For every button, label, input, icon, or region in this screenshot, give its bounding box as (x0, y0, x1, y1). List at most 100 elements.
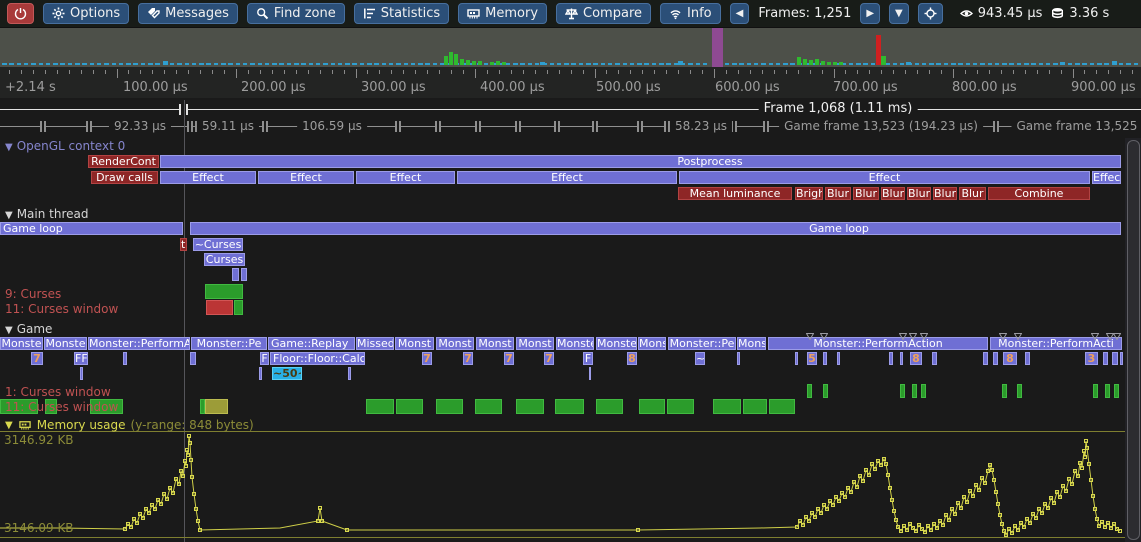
game-row2-zone[interactable] (190, 352, 196, 365)
message-marker-icon[interactable] (820, 325, 828, 332)
game-row2-zone[interactable]: 8 (910, 352, 922, 365)
find-zone-button[interactable]: Find zone (247, 3, 345, 24)
game-row1-zone[interactable]: Monst (476, 337, 514, 350)
gpu-row3-zone[interactable]: Blur (825, 187, 851, 200)
game-row1-zone[interactable]: Monster::Pe (191, 337, 267, 350)
game-row2-zone[interactable] (1120, 352, 1123, 365)
collapse-triangle-icon[interactable]: ▼ (5, 210, 13, 221)
compare-button[interactable]: Compare (556, 3, 651, 24)
game-row2-zone[interactable]: F (260, 352, 269, 365)
main-row4-zone[interactable] (241, 268, 247, 281)
game-row1-zone[interactable]: Monster::Pe (668, 337, 736, 350)
gpu-row2-zone[interactable]: Effec (1092, 171, 1121, 184)
frame-span-label[interactable]: 59.11 µs (197, 119, 259, 133)
game-row2-zone[interactable]: 7 (422, 352, 432, 365)
game-row1-zone[interactable]: Monster::PerformAction (768, 337, 988, 350)
memory-button[interactable]: Memory (458, 3, 547, 24)
gpu-row2-zone[interactable]: Effect (258, 171, 354, 184)
game-row1-zone[interactable]: Game::Replay (268, 337, 355, 350)
game-row1-zone[interactable]: Monster::PerformA (88, 337, 190, 350)
gpu-row3-zone[interactable]: Blur (907, 187, 931, 200)
message-marker-icon[interactable] (1091, 325, 1099, 332)
game-row1-zone[interactable]: Monst (395, 337, 434, 350)
statistics-button[interactable]: Statistics (354, 3, 449, 24)
time-ruler[interactable]: +2.14 s100.00 µs200.00 µs300.00 µs400.00… (0, 67, 1141, 99)
gpu-row3-zone[interactable]: Combine (988, 187, 1090, 200)
game-row3-zone[interactable] (589, 367, 591, 380)
focus-frame-button[interactable] (918, 3, 943, 24)
game-row2-zone[interactable]: FF (74, 352, 88, 365)
next-frame-button[interactable]: ▶ (860, 3, 880, 24)
gpu-row3-zone[interactable]: Blur (959, 187, 986, 200)
collapse-button[interactable]: ▼ (889, 3, 909, 24)
frame-span-label[interactable]: Game frame 13,525 (1 (1011, 119, 1141, 133)
main-row1-zone[interactable]: Game loop (190, 222, 1121, 235)
collapse-triangle-icon[interactable]: ▼ (5, 142, 13, 153)
game-row2-zone[interactable]: 8 (627, 352, 637, 365)
game-row2-zone[interactable] (1025, 352, 1030, 365)
gpu-row3-zone[interactable]: Blur (881, 187, 905, 200)
gpu-row1-zone[interactable]: RenderCont (88, 155, 159, 168)
game-row1-zone[interactable]: Monst (516, 337, 554, 350)
game-row2-zone[interactable]: 5 (807, 352, 817, 365)
game-row1-zone[interactable]: Monste (556, 337, 594, 350)
gpu-row2-zone[interactable]: Draw calls (91, 171, 158, 184)
main-row2-zone[interactable]: ti (180, 238, 187, 251)
prev-frame-button[interactable]: ◀ (730, 3, 750, 24)
collapse-triangle-icon[interactable]: ▼ (5, 325, 13, 336)
gpu-row2-zone[interactable]: Effect (160, 171, 256, 184)
game-row2-zone[interactable] (823, 352, 827, 365)
game-row2-zone[interactable]: 7 (504, 352, 514, 365)
game-row3-zone[interactable]: ~50~ (272, 367, 302, 380)
plot-label-11-curses-window[interactable]: 11: Curses window (5, 302, 118, 316)
frame-span-label[interactable]: Game frame 13,523 (194.23 µs) (779, 119, 983, 133)
game-row2-zone[interactable]: Floor::Floor::Calc (270, 352, 365, 365)
game-row2-zone[interactable] (1103, 352, 1108, 365)
frame-span-label[interactable]: 92.33 µs (109, 119, 171, 133)
game-row2-zone[interactable] (123, 352, 127, 365)
gpu-row3-zone[interactable]: Blur (933, 187, 957, 200)
game-row2-zone[interactable] (993, 352, 998, 365)
message-marker-icon[interactable] (899, 325, 907, 332)
power-button[interactable] (7, 3, 34, 24)
main-row1-zone[interactable]: Game loop (0, 222, 183, 235)
info-button[interactable]: Info (660, 3, 721, 24)
game-row2-zone[interactable] (795, 352, 798, 365)
gpu-row2-zone[interactable]: Effect (679, 171, 1090, 184)
scrollbar-handle[interactable] (1127, 140, 1140, 540)
game-row2-zone[interactable]: 7 (544, 352, 554, 365)
message-marker-icon[interactable] (1113, 325, 1121, 332)
frame-overview-strip[interactable] (0, 28, 1141, 67)
game-row2-zone[interactable] (1112, 352, 1118, 365)
message-marker-icon[interactable] (909, 325, 917, 332)
gpu-row3-zone[interactable]: Brigh (795, 187, 823, 200)
plot-label-9-curses[interactable]: 9: Curses (5, 287, 61, 301)
game-row2-zone[interactable]: 3 (1085, 352, 1098, 365)
main-row2-zone[interactable]: ~Curses (193, 238, 243, 251)
game-row2-zone[interactable]: 8 (1003, 352, 1017, 365)
main-row3-zone[interactable]: Curses (204, 253, 245, 266)
memory-usage-plot[interactable] (0, 417, 1141, 542)
gpu-row3-zone[interactable]: Mean luminance (678, 187, 792, 200)
collapse-triangle-icon[interactable]: ▼ (5, 420, 13, 431)
game-row1-zone[interactable]: Mons (737, 337, 766, 350)
message-marker-icon[interactable] (920, 325, 928, 332)
plot-label-11-curses-window-game[interactable]: 11: Curses window (5, 400, 118, 414)
game-row2-zone[interactable]: F (583, 352, 593, 365)
messages-button[interactable]: Messages (138, 3, 238, 24)
game-row2-zone[interactable] (737, 352, 740, 365)
game-row2-zone[interactable] (900, 352, 903, 365)
game-row1-zone[interactable]: Monste (44, 337, 87, 350)
message-marker-icon[interactable] (999, 325, 1007, 332)
frame-title[interactable]: Frame 1,068 (1.11 ms) (759, 101, 918, 116)
section-header-opengl[interactable]: ▼OpenGL context 0 (5, 139, 125, 153)
gpu-row2-zone[interactable]: Effect (457, 171, 677, 184)
message-marker-icon[interactable] (1014, 325, 1022, 332)
game-row2-zone[interactable] (837, 352, 840, 365)
options-button[interactable]: Options (43, 3, 129, 24)
gpu-row3-zone[interactable]: Blur (853, 187, 879, 200)
gpu-row2-zone[interactable]: Effect (356, 171, 455, 184)
game-row2-zone[interactable]: 7 (463, 352, 473, 365)
section-header-game[interactable]: ▼Game (5, 322, 52, 336)
plot-label-1-curses-window[interactable]: 1: Curses window (5, 385, 111, 399)
